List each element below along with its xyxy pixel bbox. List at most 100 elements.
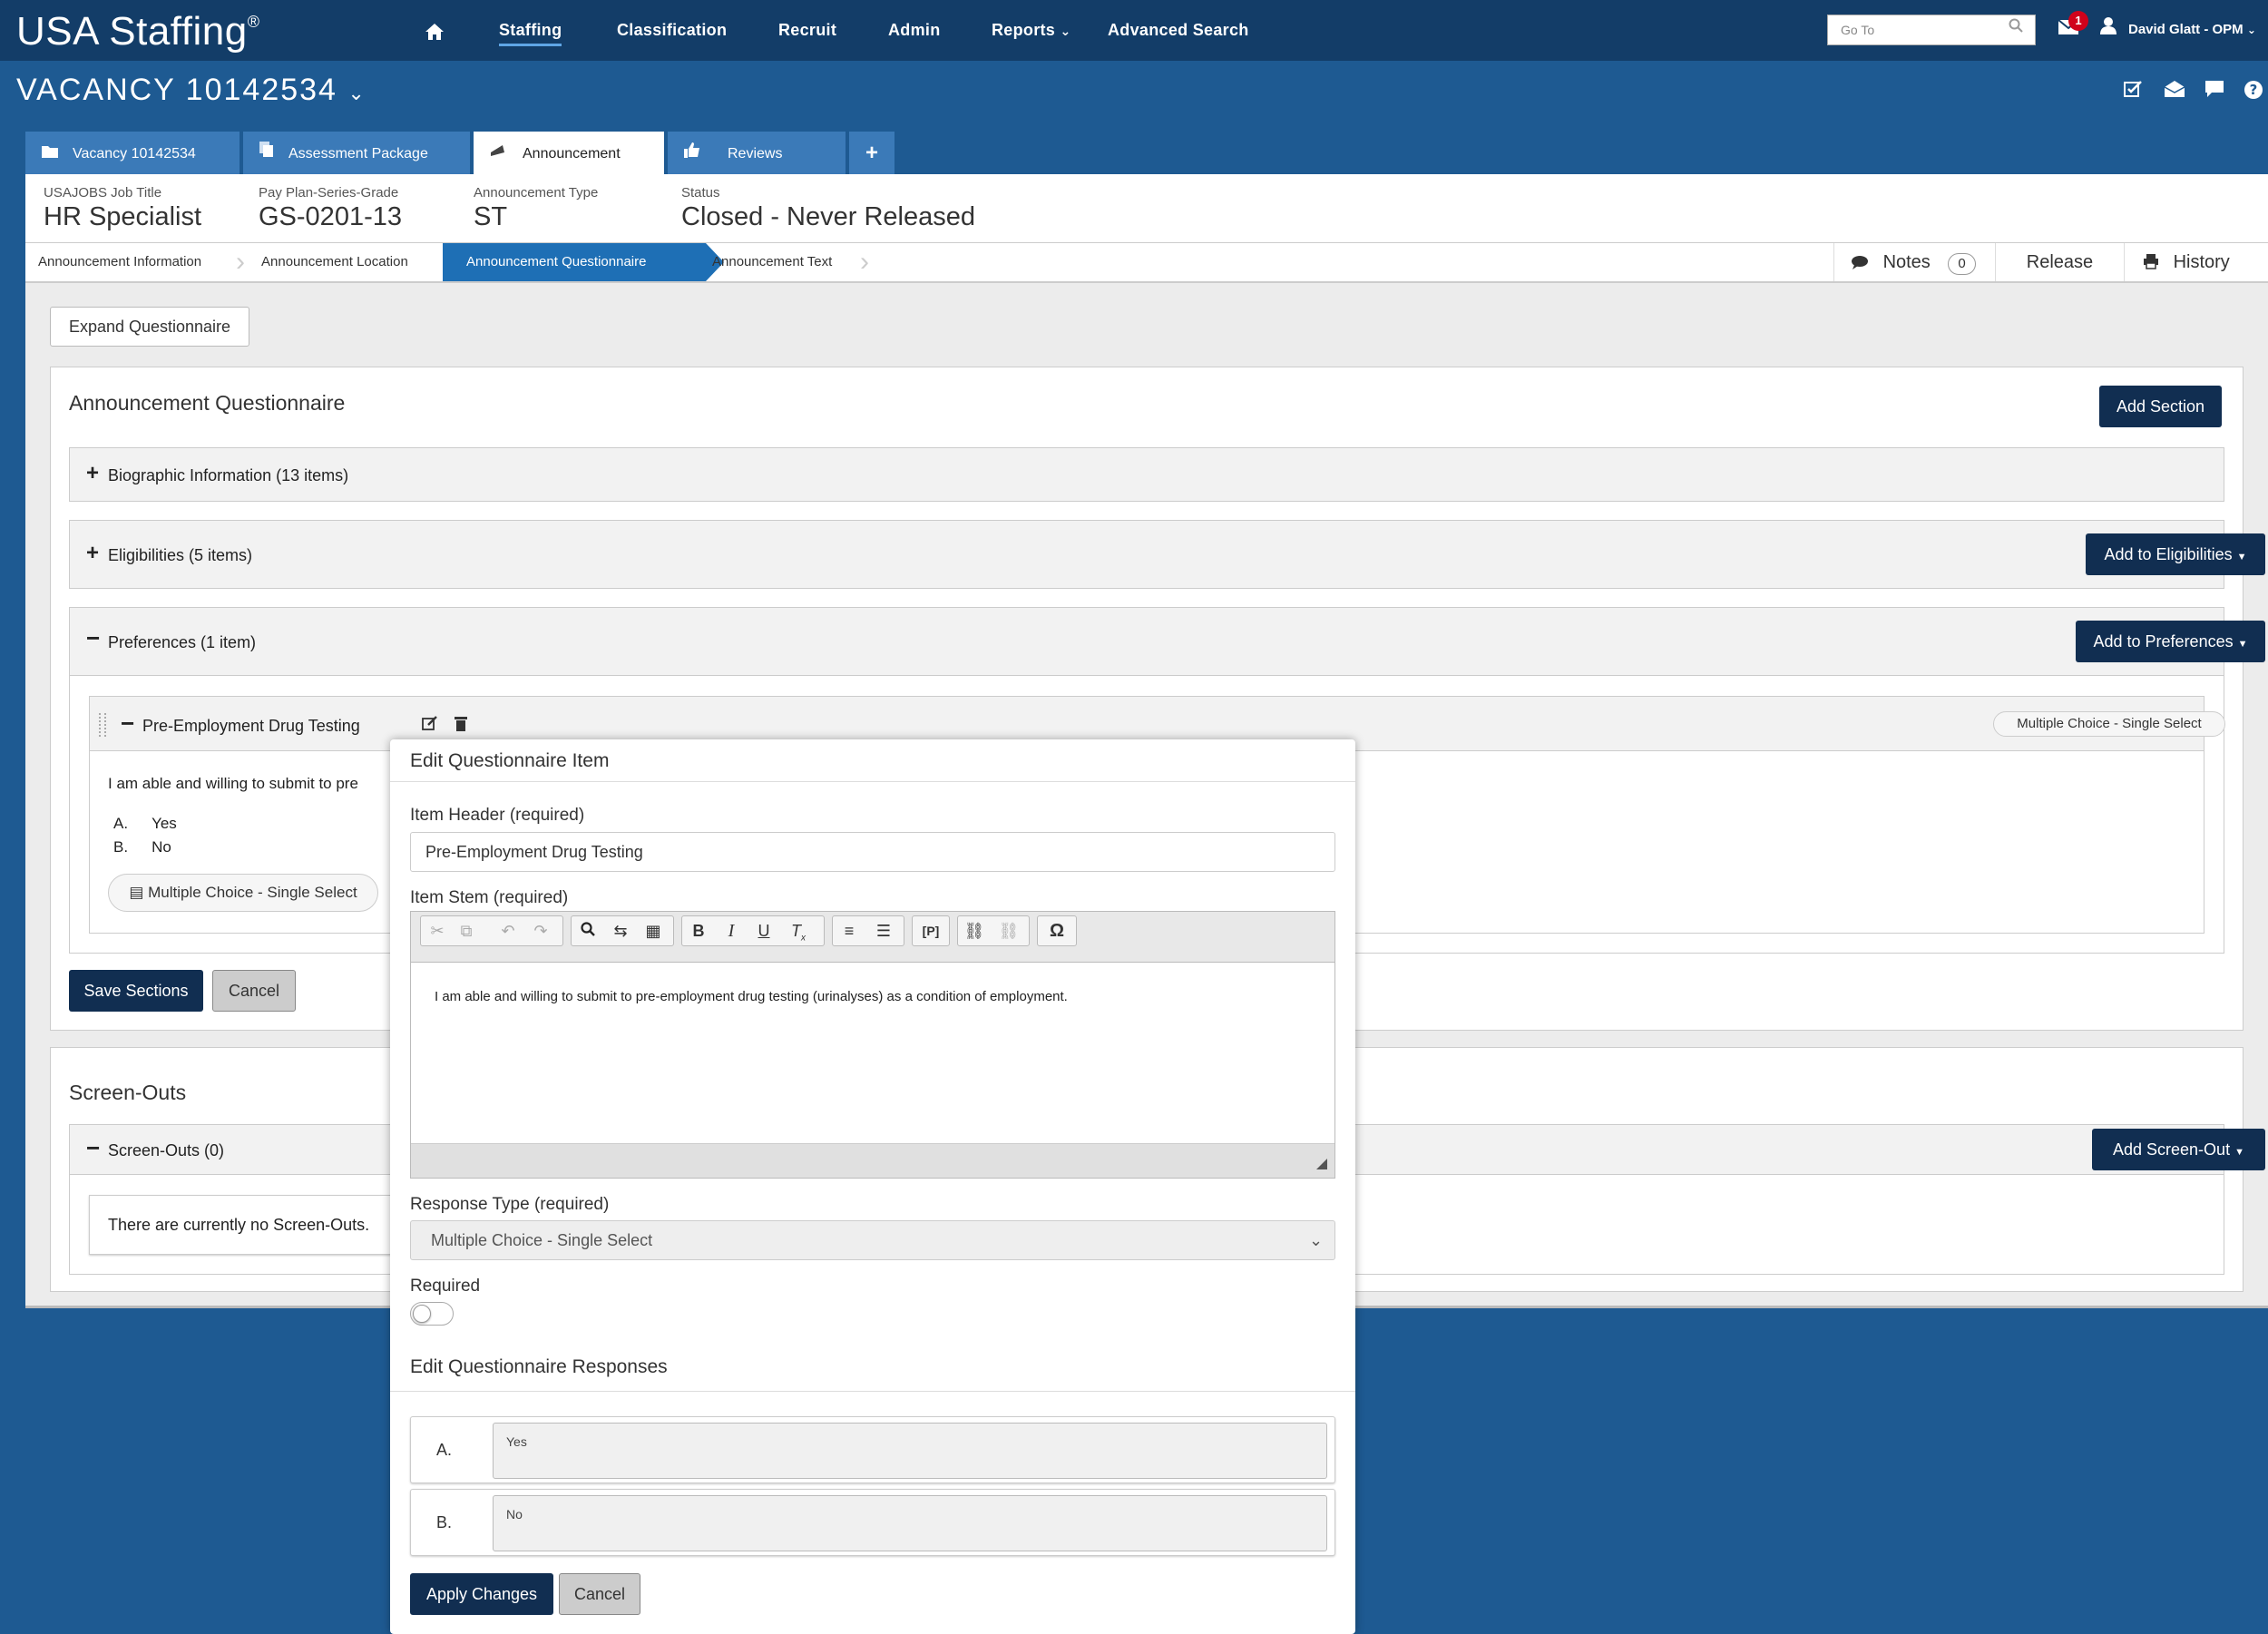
underline-icon[interactable]: U (749, 917, 778, 944)
documents-icon (259, 142, 274, 161)
add-screen-out-button[interactable]: Add Screen-Out ▼ (2092, 1129, 2265, 1170)
notes-button[interactable]: Notes 0 (1833, 243, 1991, 281)
user-icon[interactable] (2099, 16, 2117, 40)
crumb-announcement-questionnaire[interactable]: Announcement Questionnaire (443, 243, 706, 281)
required-toggle[interactable] (410, 1302, 454, 1326)
add-tab-button[interactable]: + (849, 132, 894, 174)
undo-icon[interactable]: ↶ (494, 917, 523, 944)
section-eligibilities[interactable]: + Eligibilities (5 items) Add to Eligibi… (69, 520, 2265, 589)
redo-icon[interactable]: ↷ (526, 917, 555, 944)
nav-recruit[interactable]: Recruit (778, 0, 836, 61)
vacancy-title[interactable]: VACANCY 10142534 ⌄ (16, 73, 367, 108)
unlink-icon[interactable]: ⛓ (994, 917, 1023, 944)
tab-reviews[interactable]: Reviews (668, 132, 846, 174)
collapse-minus-icon[interactable]: − (86, 1134, 100, 1162)
select-all-icon[interactable]: ▦ (639, 917, 668, 944)
modal-cancel-button[interactable]: Cancel (559, 1573, 640, 1615)
edit-icon[interactable] (422, 715, 438, 736)
add-to-eligibilities-button[interactable]: Add to Eligibilities ▼ (2086, 533, 2265, 575)
crumb-announcement-information[interactable]: Announcement Information (38, 243, 201, 281)
response-text: No (152, 838, 171, 856)
chevron-down-icon: ⌄ (347, 82, 367, 104)
cancel-sections-button[interactable]: Cancel (212, 970, 296, 1012)
collapse-minus-icon[interactable]: − (121, 709, 134, 738)
collapse-minus-icon[interactable]: − (86, 624, 100, 652)
nav-reports-label: Reports (992, 21, 1056, 39)
add-section-button[interactable]: Add Section (2099, 386, 2222, 427)
expand-questionnaire-button[interactable]: Expand Questionnaire (50, 307, 249, 347)
comment-icon[interactable] (2204, 80, 2224, 103)
tab-vacancy-label: Vacancy 10142534 (73, 146, 196, 161)
release-button[interactable]: Release (1995, 243, 2124, 281)
history-button[interactable]: History (2124, 243, 2268, 281)
apply-changes-button[interactable]: Apply Changes (410, 1573, 553, 1615)
screen-outs-empty-text: There are currently no Screen-Outs. (108, 1216, 370, 1234)
response-text: Yes (152, 815, 177, 832)
nav-admin[interactable]: Admin (888, 0, 941, 61)
resize-handle-icon[interactable] (1316, 1159, 1327, 1169)
item-header-label: Item Header (required) (410, 806, 585, 825)
chevron-down-icon: ⌄ (1309, 1231, 1324, 1249)
toggle-knob (413, 1305, 431, 1323)
toolbar-group-links: ⛓ ⛓ (957, 915, 1030, 946)
responses-heading: Edit Questionnaire Responses (410, 1356, 668, 1377)
cut-icon[interactable]: ✂ (423, 917, 452, 944)
trash-icon[interactable] (455, 715, 467, 736)
copy-icon[interactable]: ⧉ (452, 917, 481, 944)
announcement-steps: Announcement Information › Announcement … (25, 243, 2268, 283)
response-input-a[interactable]: Yes (493, 1423, 1327, 1479)
help-icon[interactable]: ? (2244, 80, 2263, 105)
crumb-separator: › (236, 247, 245, 277)
add-to-preferences-button[interactable]: Add to Preferences ▼ (2076, 621, 2265, 662)
add-screen-out-label: Add Screen-Out (2113, 1140, 2231, 1159)
italic-icon[interactable]: I (717, 917, 746, 944)
tab-assessment-package[interactable]: Assessment Package (243, 132, 470, 174)
chevron-down-icon: ⌄ (1060, 24, 1071, 38)
brand-logo[interactable]: USA Staffing® (16, 9, 259, 54)
section-preferences[interactable]: − Preferences (1 item) Add to Preference… (69, 607, 2265, 676)
announcement-type-value: ST (474, 202, 508, 231)
remove-format-icon[interactable]: Tx (784, 917, 813, 944)
crumb-announcement-text[interactable]: Announcement Text (712, 243, 832, 281)
item-stem-editor-content[interactable]: I am able and willing to submit to pre-e… (411, 964, 1334, 1143)
response-row-b: B. No (410, 1489, 1335, 1556)
item-stem-editor: ✂ ⧉ ↶ ↷ ⇆ ▦ B I U Tx ≡ ☰ [P] ⛓ ⛓ Ω I am … (410, 911, 1335, 1179)
section-biographic[interactable]: + Biographic Information (13 items) (69, 447, 2224, 502)
crumb-announcement-location[interactable]: Announcement Location (261, 243, 408, 281)
user-menu[interactable]: David Glatt - OPM ⌄ (2128, 22, 2256, 37)
notes-count-badge: 0 (1948, 253, 1976, 275)
search-icon[interactable] (2009, 18, 2023, 37)
tab-vacancy[interactable]: Vacancy 10142534 (25, 132, 240, 174)
save-sections-button[interactable]: Save Sections (69, 970, 203, 1012)
nav-staffing[interactable]: Staffing (499, 0, 562, 61)
link-icon[interactable]: ⛓ (960, 917, 989, 944)
nav-reports[interactable]: Reports ⌄ (992, 0, 1070, 61)
replace-icon[interactable]: ⇆ (606, 917, 635, 944)
job-title-label: USAJOBS Job Title (44, 185, 162, 201)
responses-divider (390, 1391, 1355, 1392)
nav-advanced-search[interactable]: Advanced Search (1108, 0, 1249, 61)
home-icon[interactable] (425, 0, 445, 61)
numbered-list-icon[interactable]: ≡ (835, 917, 864, 944)
expand-plus-icon[interactable]: + (86, 461, 99, 486)
clipboard-icon: ▤ (129, 884, 144, 901)
envelope-open-icon[interactable] (2164, 80, 2185, 103)
add-to-preferences-label: Add to Preferences (2093, 632, 2234, 651)
bold-icon[interactable]: B (684, 917, 713, 944)
item-type-badge: Multiple Choice - Single Select (1993, 711, 2225, 737)
nav-classification[interactable]: Classification (617, 0, 727, 61)
expand-plus-icon[interactable]: + (86, 541, 99, 566)
tab-announcement[interactable]: Announcement (474, 132, 664, 174)
placeholder-icon[interactable]: [P] (916, 917, 945, 944)
response-type-select[interactable]: Multiple Choice - Single Select ⌄ (410, 1220, 1335, 1260)
goto-input[interactable]: Go To (1827, 15, 2036, 45)
bulleted-list-icon[interactable]: ☰ (869, 917, 898, 944)
drag-handle-icon[interactable] (99, 713, 106, 737)
checklist-icon[interactable] (2123, 80, 2143, 103)
special-character-icon[interactable]: Ω (1042, 917, 1071, 944)
response-input-b[interactable]: No (493, 1495, 1327, 1551)
item-stem-text: I am able and willing to submit to pre (108, 775, 358, 792)
brand-mark: ® (247, 13, 260, 31)
find-icon[interactable] (573, 917, 602, 944)
item-header-input[interactable]: Pre-Employment Drug Testing (410, 832, 1335, 872)
